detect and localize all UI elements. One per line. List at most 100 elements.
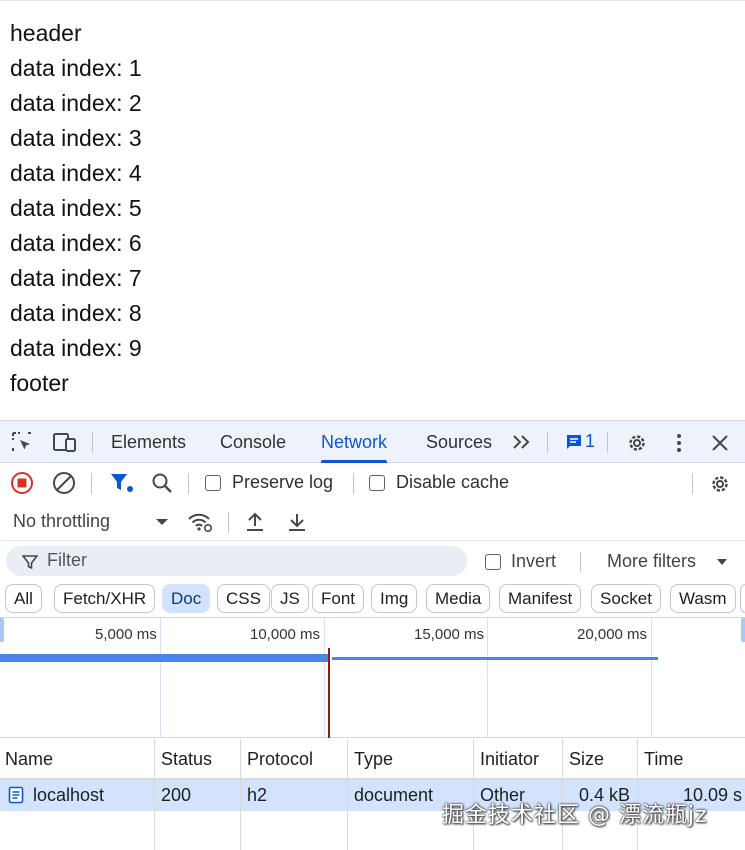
column-divider[interactable]: [240, 739, 241, 850]
column-status[interactable]: Status: [161, 739, 212, 779]
column-name[interactable]: Name: [5, 739, 53, 779]
column-protocol[interactable]: Protocol: [247, 739, 313, 779]
chip-js[interactable]: JS: [271, 584, 309, 613]
devtools-panel: Elements Console Network Sources 1 Prese…: [0, 420, 745, 850]
column-divider[interactable]: [473, 739, 474, 850]
chip-socket[interactable]: Socket: [591, 584, 661, 613]
preserve-log-label[interactable]: Preserve log: [232, 472, 333, 493]
divider: [607, 432, 608, 453]
timeline-handle-right[interactable]: [741, 618, 745, 642]
timeline-tick: 10,000 ms: [250, 626, 321, 643]
column-size[interactable]: Size: [569, 739, 604, 779]
chip-img[interactable]: Img: [371, 584, 418, 613]
more-filters-arrow-icon[interactable]: [715, 557, 729, 567]
column-divider[interactable]: [562, 739, 563, 850]
filter-funnel-icon[interactable]: [108, 471, 136, 495]
chip-fetch-xhr[interactable]: Fetch/XHR: [54, 584, 156, 613]
export-har-download-icon[interactable]: [286, 510, 308, 534]
data-line: data index: 5: [10, 195, 142, 221]
preserve-log-checkbox[interactable]: [205, 475, 221, 491]
filter-row: Filter Invert More filters: [0, 542, 745, 580]
device-toolbar-icon[interactable]: [51, 430, 79, 454]
chip-manifest[interactable]: Manifest: [499, 584, 582, 613]
network-settings-gear-icon[interactable]: [707, 471, 733, 497]
divider: [188, 473, 189, 494]
disable-cache-label[interactable]: Disable cache: [396, 472, 509, 493]
data-line: data index: 2: [10, 90, 142, 116]
timeline-bar-download: [0, 654, 328, 662]
resource-type-filters: All Fetch/XHR Doc CSS JS Font Img Media …: [0, 580, 745, 618]
dropdown-arrow-icon[interactable]: [154, 516, 170, 528]
footer-text: footer: [10, 370, 69, 396]
import-har-upload-icon[interactable]: [244, 510, 266, 534]
timeline-gridline: [160, 618, 161, 738]
network-toolbar: Preserve log Disable cache: [0, 463, 745, 503]
data-line: data index: 3: [10, 125, 142, 151]
devtools-tab-bar: Elements Console Network Sources 1: [0, 421, 745, 463]
data-line: data index: 6: [10, 230, 142, 256]
chip-font[interactable]: Font: [312, 584, 365, 613]
divider: [692, 473, 693, 494]
document-file-icon: [7, 786, 25, 804]
cell-protocol: h2: [247, 785, 268, 805]
cell-name[interactable]: localhost: [33, 779, 153, 811]
invert-checkbox[interactable]: [485, 554, 501, 570]
column-initiator[interactable]: Initiator: [480, 739, 539, 779]
data-line: data index: 9: [10, 335, 142, 361]
more-tabs-chevron-icon[interactable]: [510, 431, 534, 453]
timeline-bar-waiting: [332, 657, 658, 660]
filter-icon: [21, 553, 39, 571]
chip-media[interactable]: Media: [426, 584, 491, 613]
data-line: data index: 1: [10, 55, 142, 81]
requests-table-header: Name Status Protocol Type Initiator Size…: [0, 739, 745, 779]
timeline-handle-left[interactable]: [0, 618, 4, 642]
network-conditions-wifi-icon[interactable]: [186, 510, 214, 534]
column-divider[interactable]: [347, 739, 348, 850]
kebab-menu-icon[interactable]: [670, 431, 688, 455]
chip-doc[interactable]: Doc: [162, 584, 211, 613]
divider: [353, 473, 354, 494]
divider: [547, 432, 548, 453]
load-event-marker: [328, 648, 330, 738]
column-divider[interactable]: [637, 739, 638, 850]
filter-input[interactable]: Filter: [6, 546, 467, 576]
data-line: data index: 4: [10, 160, 142, 186]
divider: [580, 552, 581, 572]
chip-wasm[interactable]: Wasm: [670, 584, 736, 613]
record-stop-icon[interactable]: [10, 471, 34, 495]
timeline-gridline: [651, 618, 652, 738]
more-filters-button[interactable]: More filters: [607, 551, 696, 572]
timeline-overview[interactable]: 5,000 ms 10,000 ms 15,000 ms 20,000 ms: [0, 618, 745, 738]
column-time[interactable]: Time: [644, 739, 683, 779]
filter-placeholder: Filter: [47, 550, 87, 570]
divider: [91, 473, 92, 494]
issues-message-icon[interactable]: [564, 432, 584, 452]
page-viewport: header data index: 1 data index: 2 data …: [0, 0, 745, 420]
timeline-tick: 15,000 ms: [414, 626, 485, 643]
data-line: data index: 7: [10, 265, 142, 291]
issues-count[interactable]: 1: [585, 431, 595, 452]
data-line: data index: 8: [10, 300, 142, 326]
tab-elements[interactable]: Elements: [111, 421, 186, 463]
network-toolbar-secondary: No throttling: [0, 503, 745, 541]
inspect-element-icon[interactable]: [10, 430, 34, 454]
tab-network[interactable]: Network: [321, 421, 388, 463]
column-type[interactable]: Type: [354, 739, 393, 779]
timeline-gridline: [324, 618, 325, 738]
search-icon[interactable]: [150, 471, 174, 495]
timeline-tick: 5,000 ms: [95, 626, 157, 643]
settings-gear-icon[interactable]: [624, 430, 650, 456]
clear-icon[interactable]: [52, 471, 76, 495]
tab-sources[interactable]: Sources: [426, 421, 492, 463]
tab-console[interactable]: Console: [220, 421, 286, 463]
chip-css[interactable]: CSS: [217, 584, 270, 613]
disable-cache-checkbox[interactable]: [369, 475, 385, 491]
chip-all[interactable]: All: [5, 584, 42, 613]
close-icon[interactable]: [708, 431, 732, 455]
column-divider[interactable]: [154, 739, 155, 850]
divider: [228, 512, 229, 533]
invert-label[interactable]: Invert: [511, 551, 556, 572]
throttling-select[interactable]: No throttling: [13, 511, 110, 532]
timeline-tick: 20,000 ms: [577, 626, 648, 643]
chip-overflow[interactable]: [740, 584, 745, 613]
